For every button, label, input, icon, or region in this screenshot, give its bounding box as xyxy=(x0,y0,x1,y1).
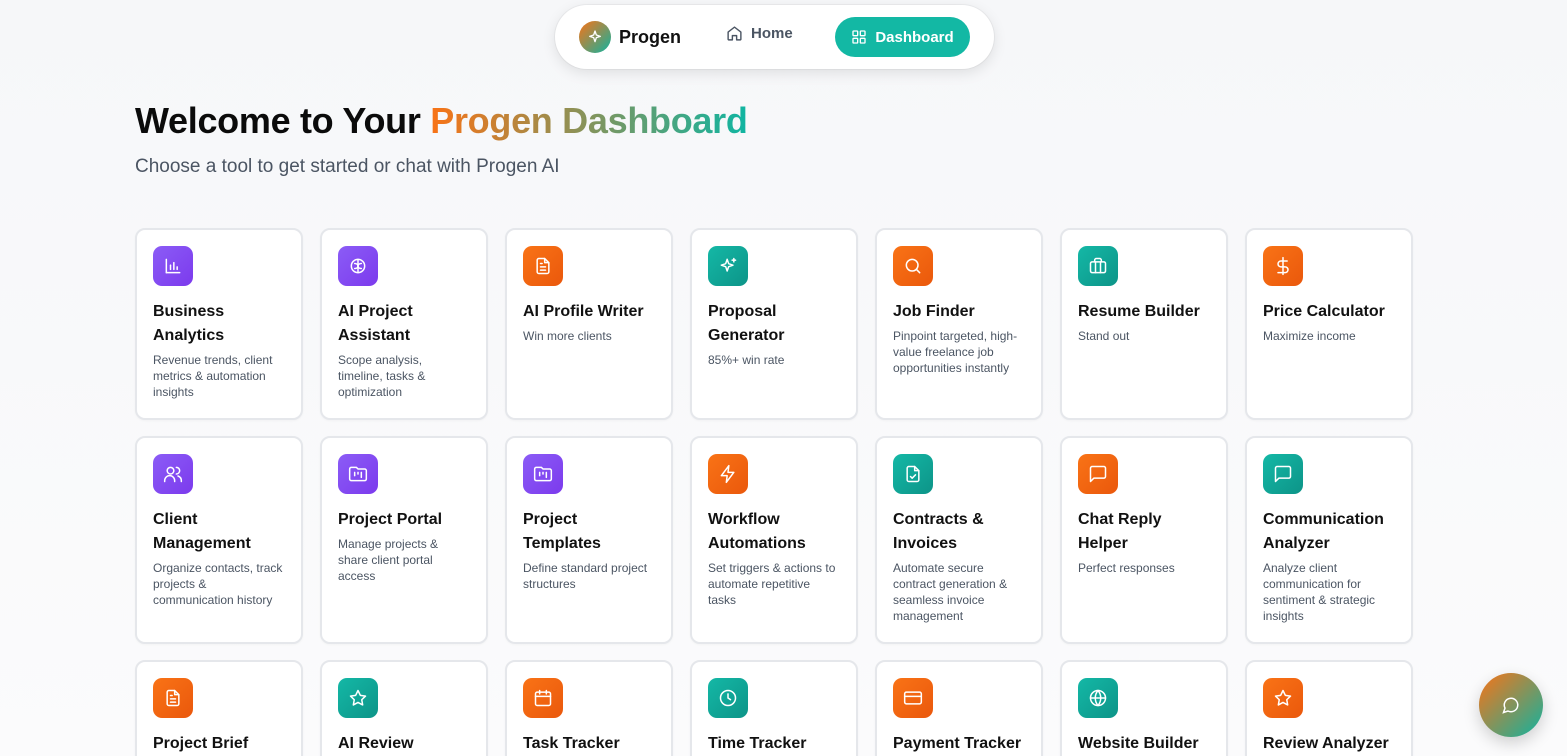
file-check-icon xyxy=(893,454,933,494)
tool-card-contracts-and-invoices[interactable]: Contracts & Invoices Automate secure cont… xyxy=(875,436,1043,644)
nav-dashboard-button[interactable]: Dashboard xyxy=(835,17,970,57)
page-title-highlight: Progen Dashboard xyxy=(430,100,748,141)
tool-card-workflow-automations[interactable]: Workflow Automations Set triggers & actio… xyxy=(690,436,858,644)
tool-card-description: Manage projects & share client portal ac… xyxy=(338,537,439,583)
tool-card-title: Chat Reply Helper xyxy=(1078,511,1162,552)
tool-card-description: Win more clients xyxy=(523,329,612,343)
tool-card-task-tracker[interactable]: Task Tracker xyxy=(505,660,673,756)
tool-card-communication-analyzer[interactable]: Communication Analyzer Analyze client com… xyxy=(1245,436,1413,644)
clock-icon xyxy=(708,678,748,718)
tool-card-website-builder[interactable]: Website Builder xyxy=(1060,660,1228,756)
users-icon xyxy=(153,454,193,494)
bar-chart-icon xyxy=(153,246,193,286)
tool-card-title: AI Review xyxy=(338,735,414,752)
tool-card-project-templates[interactable]: Project Templates Define standard project… xyxy=(505,436,673,644)
chat-bubble-icon xyxy=(1502,697,1519,714)
sparkles-icon xyxy=(708,246,748,286)
tool-card-title: Communication Analyzer xyxy=(1263,511,1384,552)
nav-dashboard-label: Dashboard xyxy=(875,28,954,46)
calendar-icon xyxy=(523,678,563,718)
tool-card-description: Stand out xyxy=(1078,329,1130,343)
lightning-icon xyxy=(708,454,748,494)
brand[interactable]: Progen xyxy=(579,21,681,53)
tool-card-title: Proposal Generator xyxy=(708,303,785,344)
globe-icon xyxy=(1078,678,1118,718)
tool-card-description: Revenue trends, client metrics & automat… xyxy=(153,353,273,399)
tool-card-title: Workflow Automations xyxy=(708,511,806,552)
tool-card-ai-profile-writer[interactable]: AI Profile Writer Win more clients xyxy=(505,228,673,420)
page-title: Welcome to Your Progen Dashboard xyxy=(135,100,748,142)
tool-card-description: Analyze client communication for sentime… xyxy=(1263,561,1376,623)
message-square-icon xyxy=(1078,454,1118,494)
brain-icon xyxy=(338,246,378,286)
tool-card-description: Automate secure contract generation & se… xyxy=(893,561,1008,623)
tool-card-title: Project Templates xyxy=(523,511,601,552)
tool-card-description: Organize contacts, track projects & comm… xyxy=(153,561,283,607)
tool-card-title: Job Finder xyxy=(893,303,975,320)
star-icon xyxy=(1263,678,1303,718)
tool-card-title: Time Tracker xyxy=(708,735,807,752)
tool-card-description: Define standard project structures xyxy=(523,561,648,591)
tool-card-client-management[interactable]: Client Management Organize contacts, trac… xyxy=(135,436,303,644)
search-icon xyxy=(893,246,933,286)
dollar-icon xyxy=(1263,246,1303,286)
tool-card-title: Project Brief xyxy=(153,735,249,752)
tool-card-time-tracker[interactable]: Time Tracker xyxy=(690,660,858,756)
brand-name: Progen xyxy=(619,26,682,47)
tool-card-project-portal[interactable]: Project Portal Manage projects & share cl… xyxy=(320,436,488,644)
tool-card-chat-reply-helper[interactable]: Chat Reply Helper Perfect responses xyxy=(1060,436,1228,644)
document-icon xyxy=(523,246,563,286)
tool-card-title: Price Calculator xyxy=(1263,303,1385,320)
tool-card-title: AI Profile Writer xyxy=(523,303,644,320)
briefcase-icon xyxy=(1078,246,1118,286)
folder-kanban-icon xyxy=(338,454,378,494)
tool-card-project-brief[interactable]: Project Brief xyxy=(135,660,303,756)
tool-card-review-analyzer[interactable]: Review Analyzer xyxy=(1245,660,1413,756)
tool-card-title: AI Project Assistant xyxy=(338,303,413,344)
tool-card-description: Scope analysis, timeline, tasks & optimi… xyxy=(338,353,426,399)
tool-card-description: Maximize income xyxy=(1263,329,1356,343)
tool-card-ai-review[interactable]: AI Review xyxy=(320,660,488,756)
tool-card-title: Resume Builder xyxy=(1078,303,1200,320)
tool-card-title: Review Analyzer xyxy=(1263,735,1389,752)
tool-card-title: Payment Tracker xyxy=(893,735,1022,752)
chat-fab-button[interactable] xyxy=(1479,673,1543,737)
document-icon xyxy=(153,678,193,718)
tool-card-description: Set triggers & actions to automate repet… xyxy=(708,561,836,607)
page-title-prefix: Welcome to Your xyxy=(135,100,431,141)
tool-card-title: Project Portal xyxy=(338,511,443,528)
tool-card-ai-project-assistant[interactable]: AI Project Assistant Scope analysis, time… xyxy=(320,228,488,420)
tool-card-description: Pinpoint targeted, high-value freelance … xyxy=(893,329,1018,375)
tool-card-description: 85%+ win rate xyxy=(708,353,785,367)
nav-home-label: Home xyxy=(751,25,793,42)
tool-card-title: Website Builder xyxy=(1078,735,1199,752)
tool-card-title: Client Management xyxy=(153,511,251,552)
tool-card-resume-builder[interactable]: Resume Builder Stand out xyxy=(1060,228,1228,420)
tool-card-price-calculator[interactable]: Price Calculator Maximize income xyxy=(1245,228,1413,420)
credit-card-icon xyxy=(893,678,933,718)
tool-card-job-finder[interactable]: Job Finder Pinpoint targeted, high-value … xyxy=(875,228,1043,420)
star-icon xyxy=(338,678,378,718)
nav-home-link[interactable]: Home xyxy=(726,25,793,42)
home-icon xyxy=(727,26,742,41)
tool-card-title: Task Tracker xyxy=(523,735,620,752)
tool-card-proposal-generator[interactable]: Proposal Generator 85%+ win rate xyxy=(690,228,858,420)
page-subtitle: Choose a tool to get started or chat wit… xyxy=(135,156,560,177)
tool-card-description: Perfect responses xyxy=(1078,561,1175,575)
tool-card-business-analytics[interactable]: Business Analytics Revenue trends, client… xyxy=(135,228,303,420)
sparkle-logo-icon xyxy=(579,21,611,53)
tool-card-title: Contracts & Invoices xyxy=(893,511,984,552)
tool-card-title: Business Analytics xyxy=(153,303,225,344)
tool-card-payment-tracker[interactable]: Payment Tracker xyxy=(875,660,1043,756)
grid-icon xyxy=(852,30,866,44)
folder-kanban-icon xyxy=(523,454,563,494)
top-nav: Progen Home Dashboard xyxy=(555,5,994,69)
message-square-icon xyxy=(1263,454,1303,494)
